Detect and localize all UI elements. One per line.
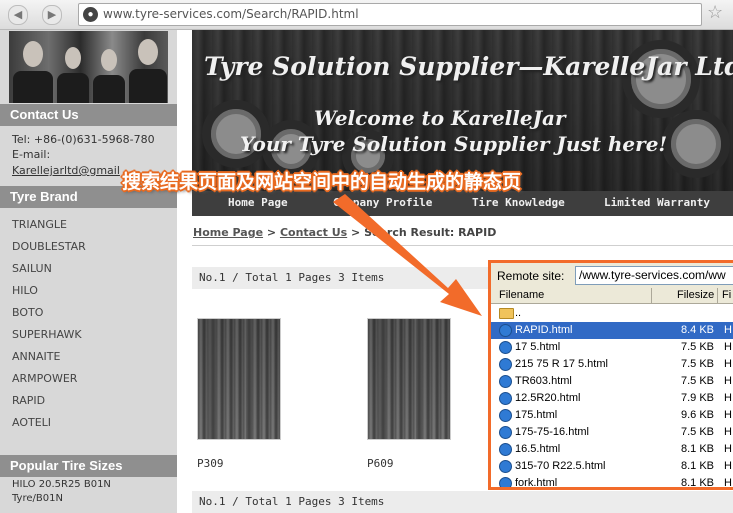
annotation-caption: 搜索结果页面及网站空间中的自动生成的静态页 (122, 171, 522, 193)
annotation-arrow (333, 194, 482, 316)
annotation-arrow-shape (333, 194, 482, 316)
